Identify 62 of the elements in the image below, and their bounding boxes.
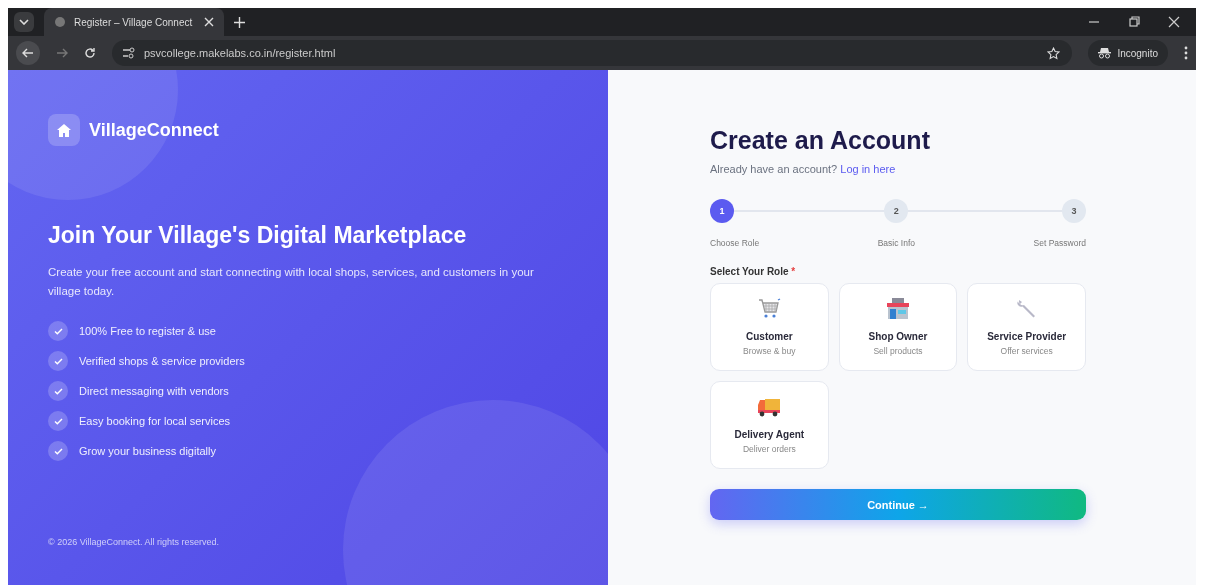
shop-icon — [886, 298, 910, 320]
forward-arrow-icon[interactable] — [56, 47, 68, 59]
wrench-icon — [1015, 298, 1038, 320]
role-name: Customer — [746, 331, 793, 342]
brand-name: VillageConnect — [89, 119, 219, 141]
role-card[interactable]: Shop Owner Sell products — [838, 283, 958, 371]
role-description: Browse & buy — [743, 346, 796, 356]
role-name: Service Provider — [987, 331, 1067, 342]
url-text: psvcollege.makelabs.co.in/register.html — [144, 47, 336, 59]
login-prompt: Already have an account? — [710, 163, 838, 175]
tab-list-button[interactable] — [14, 12, 34, 32]
home-icon — [57, 123, 71, 137]
restore-icon[interactable] — [1128, 16, 1140, 28]
check-icon — [48, 321, 68, 341]
step-label: Basic Info — [877, 238, 915, 248]
feature-text: Direct messaging with vendors — [79, 385, 229, 397]
step-number: 3 — [1062, 199, 1086, 223]
close-window-icon[interactable] — [1168, 16, 1180, 28]
incognito-button[interactable]: Incognito — [1088, 40, 1168, 66]
new-tab-icon[interactable] — [234, 16, 245, 28]
cart-icon — [757, 298, 782, 320]
step-label: Choose Role — [710, 238, 760, 248]
role-description: Sell products — [873, 346, 923, 356]
field-label: Select Your Role — [710, 266, 789, 277]
feature-text: Verified shops & service providers — [79, 355, 245, 367]
close-icon[interactable] — [204, 17, 214, 27]
step-number: 2 — [884, 199, 909, 223]
required-mark: * — [791, 266, 796, 277]
role-card[interactable]: Customer Browse & buy — [710, 283, 829, 371]
check-icon — [48, 411, 68, 431]
copyright-text: © 2026 VillageConnect. All rights reserved. — [48, 537, 221, 547]
check-icon — [48, 351, 68, 371]
role-description: Deliver orders — [742, 444, 796, 454]
role-card[interactable]: Delivery Agent Deliver orders — [710, 381, 829, 469]
role-name: Shop Owner — [868, 331, 928, 342]
role-name: Delivery Agent — [734, 429, 805, 440]
globe-icon — [54, 16, 66, 28]
step-number: 1 — [710, 199, 734, 223]
step-label: Set Password — [1033, 238, 1086, 248]
feature-text: Grow your business digitally — [79, 445, 216, 457]
browser-tab[interactable]: Register – Village Connect — [44, 8, 224, 36]
back-button[interactable] — [16, 41, 40, 65]
more-options-icon[interactable] — [1184, 46, 1188, 60]
login-link[interactable]: Log in here — [840, 163, 896, 175]
truck-icon — [757, 396, 782, 418]
star-icon[interactable] — [1047, 46, 1061, 60]
role-card[interactable]: Service Provider Offer services — [967, 283, 1086, 371]
back-arrow-icon — [22, 47, 34, 59]
tab-title: Register – Village Connect — [74, 16, 194, 28]
address-bar[interactable]: psvcollege.makelabs.co.in/register.html — [112, 40, 1073, 66]
incognito-icon — [1098, 47, 1112, 59]
check-icon — [48, 441, 68, 461]
chevron-down-icon — [19, 19, 29, 25]
hero-subtitle: Create your free account and start connecting with local shops, services, and customers in your village today. — [48, 265, 535, 299]
feature-text: Easy booking for local services — [79, 415, 230, 427]
hero-title: Join Your Village's Digital Marketplace — [48, 222, 468, 249]
reload-icon[interactable] — [84, 47, 96, 59]
check-icon — [48, 381, 68, 401]
feature-text: 100% Free to register & use — [79, 325, 216, 337]
form-title: Create an Account — [710, 126, 931, 155]
role-description: Offer services — [1000, 346, 1053, 356]
site-settings-icon[interactable] — [122, 47, 136, 59]
